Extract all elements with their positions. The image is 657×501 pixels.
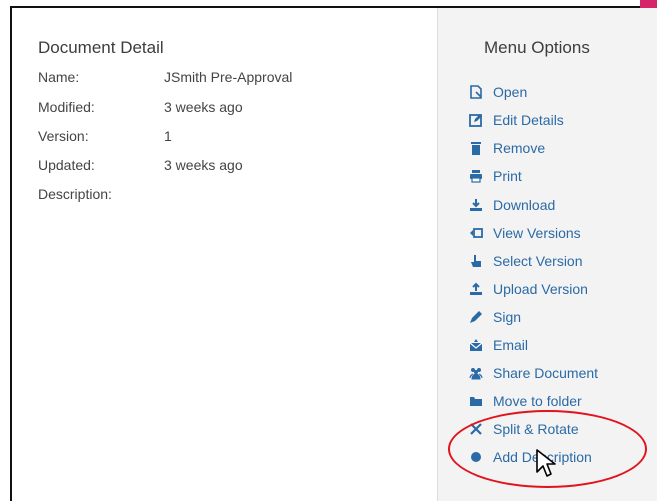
document-detail-title: Document Detail bbox=[38, 38, 164, 57]
menu-item-label: Upload Version bbox=[493, 281, 588, 297]
trash-icon bbox=[467, 140, 485, 156]
menu-item-share-document[interactable]: Share Document bbox=[467, 363, 598, 383]
split-icon bbox=[467, 421, 485, 437]
menu-item-move-to-folder[interactable]: Move to folder bbox=[467, 391, 582, 411]
menu-item-edit-details[interactable]: Edit Details bbox=[467, 110, 564, 130]
menu-item-label: Print bbox=[493, 168, 522, 184]
menu-item-sign[interactable]: Sign bbox=[467, 307, 521, 327]
menu-item-label: Download bbox=[493, 197, 556, 213]
menu-item-label: Share Document bbox=[493, 365, 599, 381]
upload-icon bbox=[467, 281, 485, 297]
updated-label: Updated: bbox=[38, 157, 95, 173]
pointer-icon bbox=[467, 253, 485, 269]
menu-item-remove[interactable]: Remove bbox=[467, 138, 545, 158]
users-icon bbox=[467, 365, 485, 381]
modified-label: Modified: bbox=[38, 99, 95, 115]
description-label: Description: bbox=[38, 186, 112, 202]
folder-icon bbox=[467, 393, 485, 409]
menu-item-label: Edit Details bbox=[493, 112, 564, 128]
version-label: Version: bbox=[38, 128, 89, 144]
menu-item-select-version[interactable]: Select Version bbox=[467, 251, 583, 271]
menu-item-label: Move to folder bbox=[493, 393, 582, 409]
menu-item-email[interactable]: Email bbox=[467, 335, 528, 355]
menu-item-upload-version[interactable]: Upload Version bbox=[467, 279, 588, 299]
menu-item-split-rotate[interactable]: Split & Rotate bbox=[467, 419, 579, 439]
print-icon bbox=[467, 168, 485, 184]
menu-item-label: View Versions bbox=[493, 225, 581, 241]
menu-item-label: Open bbox=[493, 84, 528, 100]
menu-item-label: Split & Rotate bbox=[493, 421, 579, 437]
version-value: 1 bbox=[164, 128, 172, 144]
menu-item-label: Select Version bbox=[493, 253, 583, 269]
versions-icon bbox=[467, 225, 485, 241]
menu-item-download[interactable]: Download bbox=[467, 195, 555, 215]
name-value: JSmith Pre-Approval bbox=[164, 69, 293, 85]
menu-item-label: Email bbox=[493, 337, 529, 353]
menu-item-view-versions[interactable]: View Versions bbox=[467, 223, 581, 243]
pen-icon bbox=[467, 309, 485, 325]
menu-item-label: Add Description bbox=[493, 449, 592, 465]
menu-options-title: Menu Options bbox=[484, 38, 590, 57]
menu-item-add-description[interactable]: Add Description bbox=[467, 447, 592, 467]
dot-icon bbox=[467, 449, 485, 465]
download-icon bbox=[467, 197, 485, 213]
edit-icon bbox=[467, 112, 485, 128]
menu-item-print[interactable]: Print bbox=[467, 166, 522, 186]
updated-value: 3 weeks ago bbox=[164, 157, 243, 173]
modified-value: 3 weeks ago bbox=[164, 99, 243, 115]
menu-item-open[interactable]: Open bbox=[467, 82, 527, 102]
menu-item-label: Remove bbox=[493, 140, 546, 156]
email-icon bbox=[467, 337, 485, 353]
open-icon bbox=[467, 84, 485, 100]
menu-item-label: Sign bbox=[493, 309, 522, 325]
name-label: Name: bbox=[38, 69, 80, 85]
